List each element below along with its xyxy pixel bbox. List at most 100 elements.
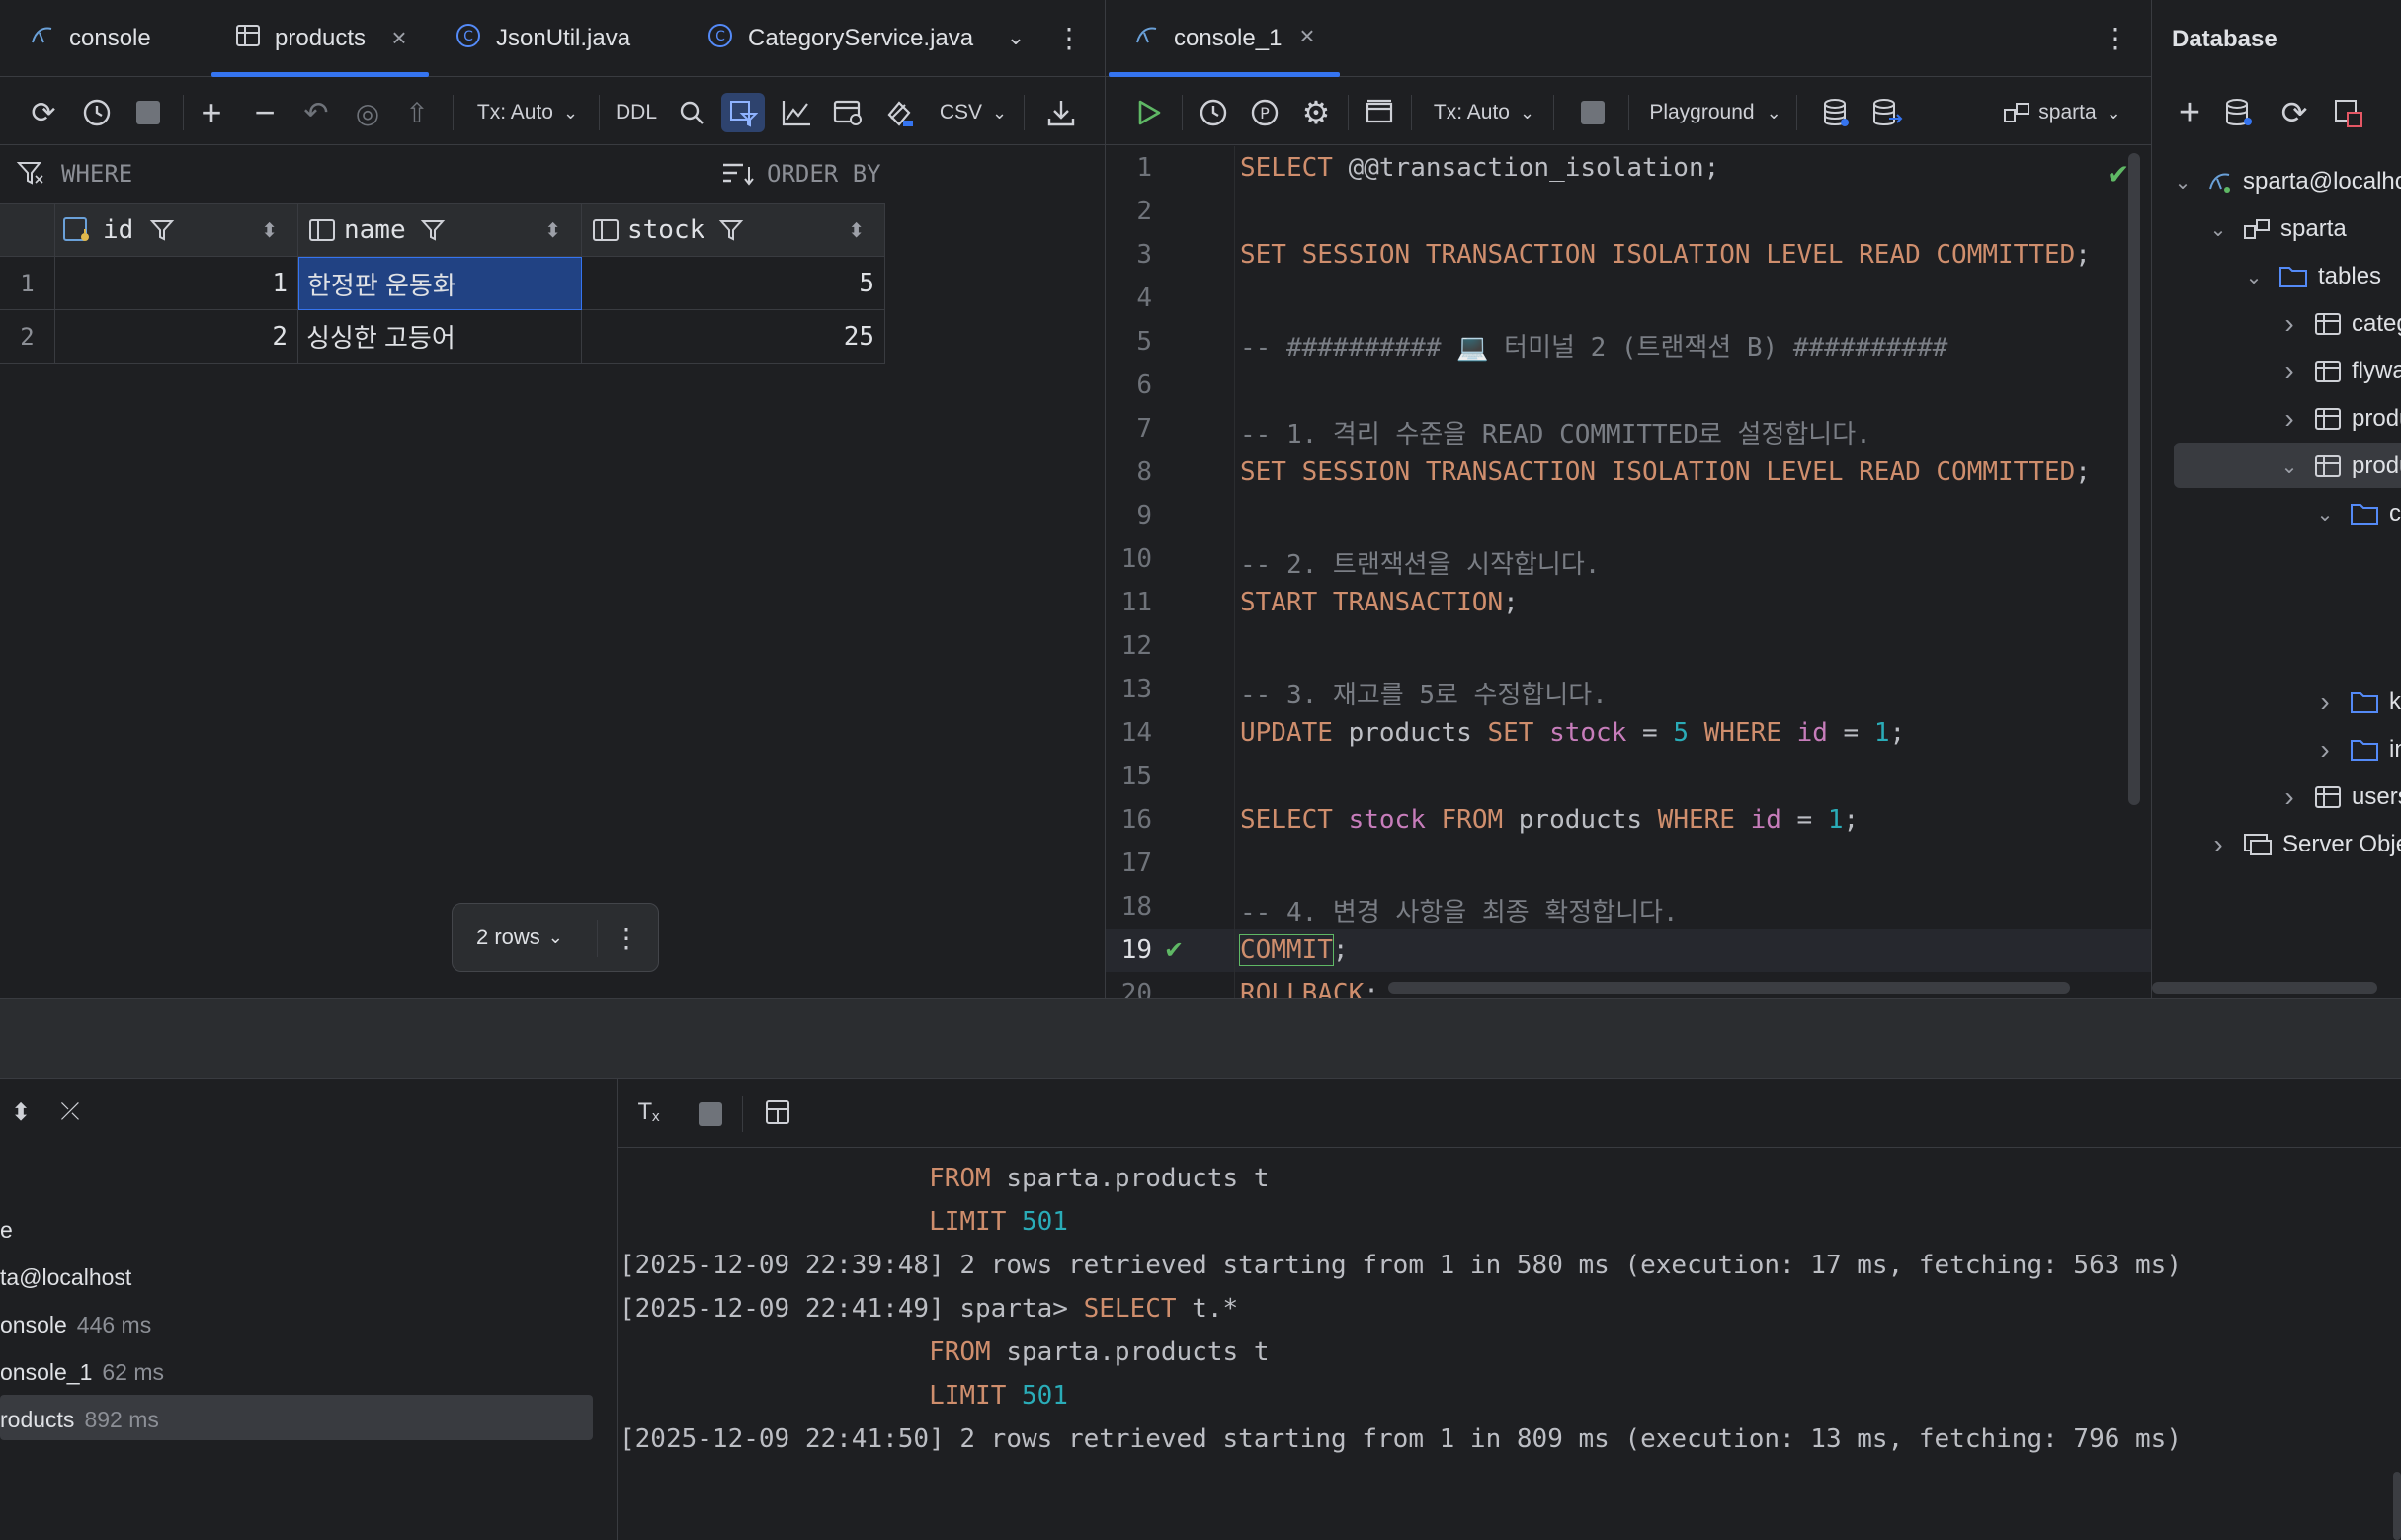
highlight-icon[interactable] xyxy=(879,93,919,132)
add-icon[interactable]: + xyxy=(2172,92,2207,133)
tree-node[interactable]: ⌄ products xyxy=(2278,448,2401,484)
tx-mode-dropdown[interactable]: Tx: Auto ⌄ xyxy=(470,93,585,132)
layout-icon[interactable] xyxy=(760,1094,795,1130)
delete-row-icon[interactable]: − xyxy=(245,92,285,132)
explain-plan-icon[interactable]: P xyxy=(1245,93,1284,132)
column-header-id[interactable]: id ⬍ xyxy=(55,203,298,257)
chevron-down-icon[interactable]: ⌄ xyxy=(2314,502,2336,527)
tab-console[interactable]: console xyxy=(30,0,151,77)
order-by-input[interactable]: ORDER BY xyxy=(767,160,881,188)
code-line: -- 2. 트랜잭션을 시작합니다. xyxy=(1240,550,1601,580)
sort-toggle-icon[interactable]: ⬍ xyxy=(848,218,865,243)
refresh-icon[interactable]: ⟳ xyxy=(2277,95,2312,130)
refresh-icon[interactable]: ⟳ xyxy=(24,93,63,132)
chevron-down-icon[interactable]: ⌄ xyxy=(2278,454,2300,479)
service-item[interactable]: onsole_1 62 ms xyxy=(0,1359,164,1386)
expand-all-icon[interactable]: ⬍ xyxy=(6,1094,36,1130)
rows-count-dropdown[interactable]: 2 rows ⌄ xyxy=(453,925,601,950)
settings-icon[interactable]: ⚙ xyxy=(1296,93,1336,132)
chevron-right-icon[interactable]: › xyxy=(2314,734,2336,766)
column-header-name[interactable]: name ⬍ xyxy=(298,203,582,257)
tree-node[interactable]: › indexes xyxy=(2314,732,2401,768)
chevron-down-icon[interactable]: ⌄ xyxy=(2243,265,2265,289)
output-icon[interactable] xyxy=(1360,93,1399,132)
run-icon[interactable] xyxy=(1128,93,1168,132)
schema-dropdown[interactable]: sparta ⌄ xyxy=(1998,93,2126,132)
tree-node[interactable]: › categories xyxy=(2278,306,2401,342)
cell-id[interactable]: 2 xyxy=(55,310,298,364)
chevron-right-icon[interactable]: › xyxy=(2278,403,2300,435)
more-vertical-icon[interactable]: ⋮ xyxy=(613,922,640,954)
output-scrollbar[interactable] xyxy=(2393,1472,2401,1540)
tree-node[interactable]: › Server Objects xyxy=(2207,827,2401,862)
row-number[interactable]: 1 xyxy=(0,257,55,310)
chevron-right-icon[interactable]: › xyxy=(2278,308,2300,340)
tree-node[interactable]: ⌄ tables xyxy=(2243,259,2381,294)
panel-horizontal-scrollbar[interactable] xyxy=(2152,982,2377,994)
collapse-all-icon[interactable]: ⤫ xyxy=(55,1094,85,1130)
service-item[interactable]: roducts 892 ms xyxy=(0,1407,159,1433)
close-tab-icon[interactable]: × xyxy=(1295,21,1319,50)
cell-id[interactable]: 1 xyxy=(55,257,298,310)
tree-node[interactable]: ⌄ sparta@localhost xyxy=(2172,164,2401,200)
history-icon[interactable] xyxy=(77,93,117,132)
search-icon[interactable] xyxy=(672,93,711,132)
tab-jsonutil[interactable]: C JsonUtil.java xyxy=(455,0,630,77)
chevron-down-icon[interactable]: ⌄ xyxy=(2207,217,2229,242)
chevron-right-icon[interactable]: › xyxy=(2278,781,2300,813)
more-vertical-icon[interactable]: ⋮ xyxy=(1055,20,1083,55)
sort-toggle-icon[interactable]: ⬍ xyxy=(261,218,278,243)
service-item[interactable]: onsole 446 ms xyxy=(0,1312,151,1338)
service-item[interactable]: e xyxy=(0,1217,13,1244)
playground-mode-dropdown[interactable]: Playground ⌄ xyxy=(1648,93,1782,132)
chevron-down-icon[interactable]: ⌄ xyxy=(2172,170,2194,195)
schema-switch-icon[interactable] xyxy=(1867,93,1907,132)
horizontal-scrollbar[interactable] xyxy=(1388,982,2070,994)
where-filter-input[interactable]: WHERE xyxy=(61,160,132,188)
service-item[interactable]: ta@localhost xyxy=(0,1264,131,1291)
cell-name[interactable]: 싱싱한 고등어 xyxy=(298,310,582,364)
cell-stock[interactable]: 5 xyxy=(582,257,885,310)
disconnect-icon[interactable] xyxy=(2330,95,2365,130)
download-icon[interactable] xyxy=(1041,93,1081,132)
datasource-properties-icon[interactable] xyxy=(2221,95,2257,130)
column-filter-icon[interactable] xyxy=(149,217,175,243)
stop-icon[interactable] xyxy=(1575,93,1611,132)
tree-node[interactable]: › users xyxy=(2278,779,2401,815)
tree-node[interactable]: › flyway_schema_history xyxy=(2278,354,2401,389)
tree-node[interactable]: ⌄ sparta xyxy=(2207,211,2347,247)
ddl-button[interactable]: DDL xyxy=(613,93,660,132)
view-icon[interactable] xyxy=(828,93,868,132)
datasource-icon[interactable] xyxy=(1816,93,1856,132)
close-tab-icon[interactable]: × xyxy=(387,23,411,52)
filter-toggle-icon[interactable] xyxy=(721,93,765,132)
tree-node[interactable]: › product_categories xyxy=(2278,401,2401,437)
chevron-right-icon[interactable]: › xyxy=(2314,687,2336,718)
chart-icon[interactable] xyxy=(777,93,816,132)
tab-categoryservice[interactable]: C CategoryService.java xyxy=(706,0,973,77)
tree-node[interactable]: ⌄ columns xyxy=(2314,496,2401,531)
more-vertical-icon[interactable]: ⋮ xyxy=(2102,20,2129,55)
column-filter-icon[interactable] xyxy=(718,217,744,243)
column-header-stock[interactable]: stock ⬍ xyxy=(582,203,885,257)
cell-stock[interactable]: 25 xyxy=(582,310,885,364)
tree-node[interactable]: › keys xyxy=(2314,685,2401,720)
chevron-right-icon[interactable]: › xyxy=(2207,829,2229,860)
stop-icon[interactable] xyxy=(699,1102,722,1126)
export-format-dropdown[interactable]: CSV ⌄ xyxy=(937,93,1010,132)
chevron-down-icon[interactable]: ⌄ xyxy=(1000,20,1032,55)
sort-toggle-icon[interactable]: ⬍ xyxy=(544,218,561,243)
vertical-scrollbar[interactable] xyxy=(2128,153,2140,805)
revert-icon[interactable]: ↶ xyxy=(296,93,336,132)
chevron-right-icon[interactable]: › xyxy=(2278,356,2300,387)
tx-mode-dropdown[interactable]: Tx: Auto ⌄ xyxy=(1427,93,1541,132)
preview-changes-icon[interactable]: ◎ xyxy=(348,93,387,132)
stop-icon[interactable] xyxy=(130,93,166,132)
cell-name-selected[interactable]: 한정판 운동화 xyxy=(298,257,582,310)
submit-icon[interactable]: ⇧ xyxy=(399,93,435,132)
row-number[interactable]: 2 xyxy=(0,310,55,364)
add-row-icon[interactable]: + xyxy=(192,92,231,132)
history-icon[interactable] xyxy=(1194,93,1233,132)
tx-icon[interactable]: Tx xyxy=(631,1094,667,1130)
column-filter-icon[interactable] xyxy=(420,217,446,243)
